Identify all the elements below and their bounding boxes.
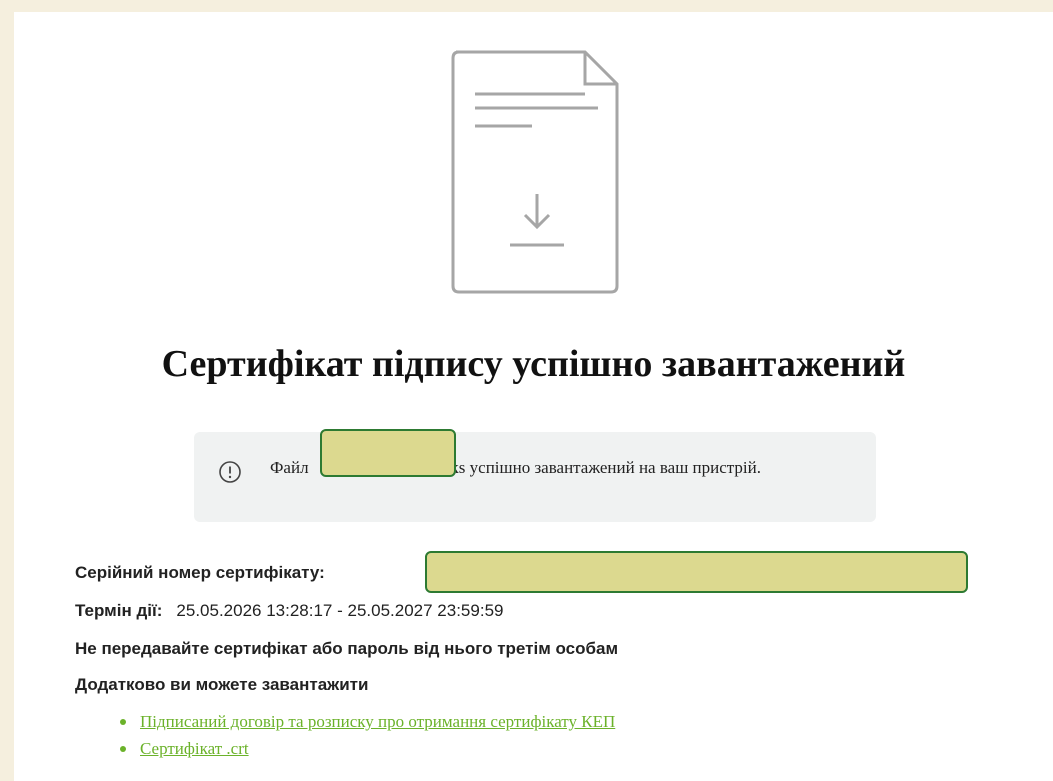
serial-row: Серійний номер сертифікату: xyxy=(75,563,325,583)
redaction-box xyxy=(320,429,456,477)
download-notice: Файл 2.jks успішно завантажений на ваш п… xyxy=(194,432,876,522)
notice-text-after: 2.jks успішно завантажений на ваш пристр… xyxy=(432,458,761,477)
info-icon xyxy=(219,461,241,483)
extra-downloads-heading: Додатково ви можете завантажити xyxy=(75,675,369,694)
signed-contract-link[interactable]: Підписаний договір та розписку про отрим… xyxy=(140,712,615,731)
notice-text-before: Файл xyxy=(270,458,313,477)
validity-row: Термін дії: 25.05.2026 13:28:17 - 25.05.2… xyxy=(75,601,503,621)
validity-label: Термін дії: xyxy=(75,601,163,620)
document-download-icon xyxy=(451,50,619,294)
certificate-crt-link[interactable]: Сертифікат .crt xyxy=(140,739,249,758)
warning-text: Не передавайте сертифікат або пароль від… xyxy=(75,639,619,658)
page-title: Сертифікат підпису успішно завантажений xyxy=(161,343,906,385)
main-panel: Сертифікат підпису успішно завантажений … xyxy=(14,12,1053,781)
redaction-box xyxy=(425,551,968,593)
serial-label: Серійний номер сертифікату: xyxy=(75,563,325,582)
list-item: Сертифікат .crt xyxy=(118,735,615,762)
download-links-list: Підписаний договір та розписку про отрим… xyxy=(118,708,615,762)
list-item: Підписаний договір та розписку про отрим… xyxy=(118,708,615,735)
validity-value: 25.05.2026 13:28:17 - 25.05.2027 23:59:5… xyxy=(176,601,504,620)
